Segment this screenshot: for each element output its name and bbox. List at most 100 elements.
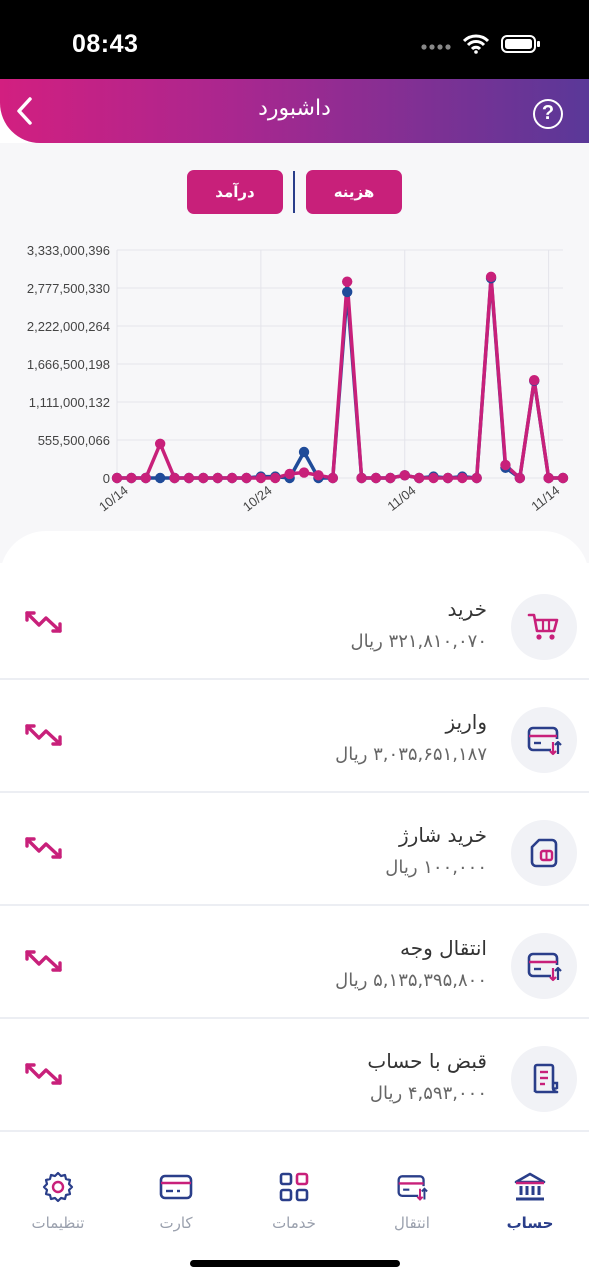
data-point-expense[interactable] (485, 271, 497, 283)
y-tick-label: 0 (103, 471, 110, 486)
y-tick-label: 2,222,000,264 (27, 319, 110, 334)
data-point-expense[interactable] (442, 472, 454, 484)
nav-item-label: انتقال (394, 1214, 430, 1232)
list-item-amount: ۵,۱۳۵,۳۹۵,۸۰۰ ریال (335, 970, 487, 991)
nav-item-label: حساب (506, 1214, 554, 1232)
data-point-expense[interactable] (111, 472, 123, 484)
card-icon (131, 1170, 221, 1204)
nav-item-bank[interactable]: حساب (485, 1170, 575, 1232)
data-point-expense[interactable] (126, 472, 137, 484)
transfer-icon (367, 1170, 457, 1204)
y-tick-label: 2,777,500,330 (27, 281, 110, 296)
data-point-expense[interactable] (255, 472, 267, 484)
trend-down-icon (24, 1061, 64, 1091)
x-tick-label: 10/14 (96, 483, 131, 515)
data-point-expense[interactable] (529, 374, 540, 386)
status-icons (421, 34, 541, 58)
card-transfer-icon (511, 707, 577, 773)
series-line-expense (117, 275, 563, 480)
grid-icon (249, 1170, 339, 1204)
y-tick-label: 1,666,500,198 (27, 357, 110, 372)
nav-item-label: کارت (159, 1214, 193, 1232)
y-tick-label: 3,333,000,396 (27, 243, 110, 258)
data-point-expense[interactable] (399, 470, 410, 481)
list-item-amount: ۳۲۱,۸۱۰,۰۷۰ ریال (350, 631, 487, 652)
data-point-expense[interactable] (370, 472, 382, 484)
nav-item-label: خدمات (272, 1214, 316, 1232)
list-item[interactable]: واریز ۳,۰۳۵,۶۵۱,۱۸۷ ریال (0, 680, 589, 793)
data-point-income[interactable] (341, 286, 353, 298)
data-point-expense[interactable] (212, 472, 223, 484)
x-tick-label: 11/04 (384, 483, 418, 514)
data-point-expense[interactable] (198, 472, 209, 484)
list-item[interactable]: انتقال وجه ۵,۱۳۵,۳۹۵,۸۰۰ ریال (0, 906, 589, 1019)
data-point-expense[interactable] (557, 472, 569, 484)
app-header: داشبورد ? (0, 79, 589, 143)
expense-toggle-button[interactable]: هزینه (306, 170, 402, 214)
trend-down-icon (24, 835, 64, 865)
income-toggle-button[interactable]: درآمد (187, 170, 283, 214)
trend-down-icon (24, 609, 64, 639)
data-point-expense[interactable] (298, 467, 310, 478)
data-point-expense[interactable] (428, 472, 439, 484)
line-chart: 3,333,000,396 2,777,500,330 2,222,000,264 1… (27, 243, 569, 515)
battery-icon (501, 34, 541, 58)
bank-icon (485, 1170, 575, 1204)
list-item-title: انتقال وجه (399, 936, 487, 960)
nav-item-gear[interactable]: تنظیمات (13, 1170, 103, 1232)
y-tick-label: 1,111,000,132 (29, 395, 110, 410)
gear-icon (13, 1170, 103, 1204)
data-point-expense[interactable] (385, 472, 396, 484)
list-item-amount: ۴,۵۹۳,۰۰۰ ریال (369, 1083, 487, 1104)
data-point-expense[interactable] (270, 472, 281, 484)
data-point-expense[interactable] (154, 438, 166, 449)
data-point-expense[interactable] (543, 472, 554, 484)
list-item-title: واریز (445, 710, 487, 734)
data-point-income[interactable] (154, 472, 166, 484)
data-point-expense[interactable] (514, 472, 526, 484)
bill-icon (511, 1046, 577, 1112)
help-button[interactable]: ? (533, 99, 563, 129)
list-item-title: خرید شارژ (399, 823, 487, 847)
data-point-expense[interactable] (241, 472, 252, 484)
sim-card-icon (511, 820, 577, 886)
data-point-expense[interactable] (341, 276, 353, 287)
list-item-title: خرید (447, 597, 487, 621)
data-point-expense[interactable] (413, 472, 425, 484)
page-title: داشبورد (258, 96, 331, 121)
data-point-expense[interactable] (284, 468, 295, 480)
signal-icon (421, 37, 451, 56)
list-item[interactable]: خرید شارژ ۱۰۰,۰۰۰ ریال (0, 793, 589, 906)
status-bar: 08:43 (0, 0, 589, 80)
data-point-expense[interactable] (500, 459, 511, 471)
x-tick-label: 10/24 (240, 483, 275, 515)
data-point-expense[interactable] (327, 472, 339, 484)
home-indicator (190, 1260, 400, 1267)
data-point-income[interactable] (298, 446, 310, 458)
nav-item-transfer[interactable]: انتقال (367, 1170, 457, 1232)
data-point-expense[interactable] (140, 472, 151, 484)
data-point-expense[interactable] (457, 472, 468, 484)
data-point-expense[interactable] (313, 470, 324, 481)
list-item[interactable]: خرید ۳۲۱,۸۱۰,۰۷۰ ریال (0, 567, 589, 680)
category-list: خرید ۳۲۱,۸۱۰,۰۷۰ ریال واریز ۳,۰۳۵,۶۵۱,۱۸۷ ر… (0, 531, 589, 1156)
list-item-title: قبض با حساب (367, 1049, 487, 1073)
y-tick-label: 555,500,066 (38, 433, 110, 448)
list-item-amount: ۱۰۰,۰۰۰ ریال (385, 857, 487, 878)
data-point-expense[interactable] (183, 472, 195, 484)
data-point-expense[interactable] (169, 472, 180, 484)
data-point-expense[interactable] (471, 472, 482, 484)
cart-icon (511, 594, 577, 660)
trend-down-icon (24, 722, 64, 752)
data-point-expense[interactable] (226, 472, 238, 484)
toggle-divider (293, 171, 295, 213)
list-item[interactable]: قبض با حساب ۴,۵۹۳,۰۰۰ ریال (0, 1019, 589, 1132)
nav-item-card[interactable]: کارت (131, 1170, 221, 1232)
nav-item-label: تنظیمات (31, 1214, 85, 1232)
status-time: 08:43 (72, 30, 139, 58)
nav-item-grid[interactable]: خدمات (249, 1170, 339, 1232)
card-transfer-icon (511, 933, 577, 999)
chart-section: هزینه درآمد 3,333,000,396 2,777,500,330 2,… (0, 143, 589, 563)
data-point-expense[interactable] (356, 472, 367, 484)
trend-down-icon (24, 948, 64, 978)
